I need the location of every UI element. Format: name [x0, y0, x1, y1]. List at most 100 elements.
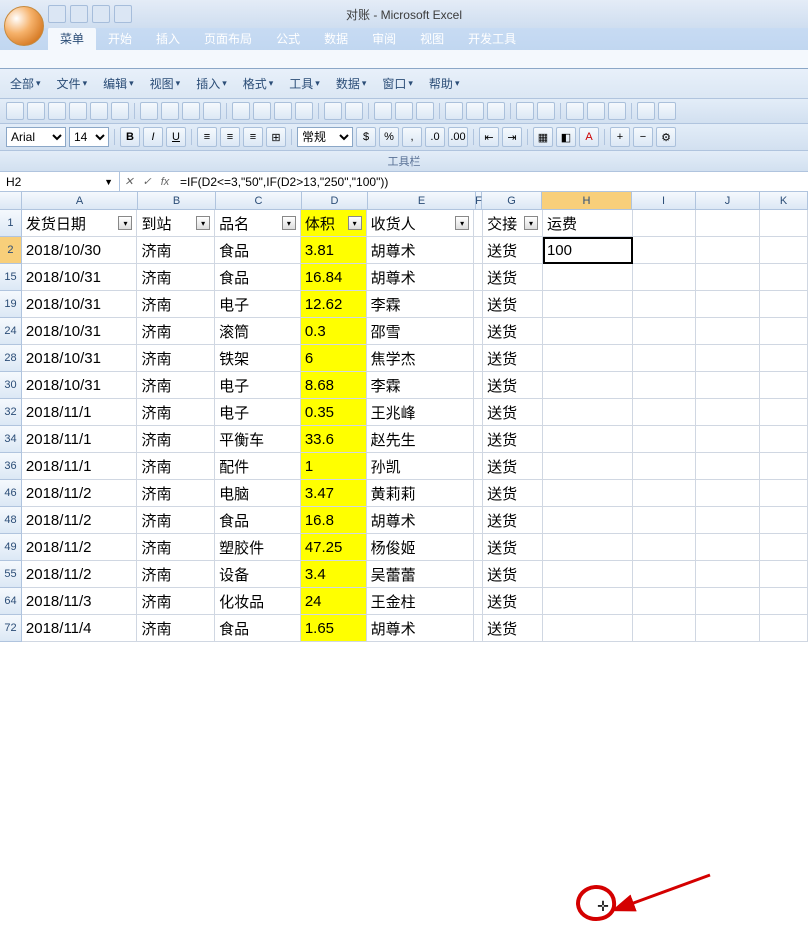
- cell[interactable]: [760, 264, 808, 291]
- cell[interactable]: 黄莉莉: [367, 480, 475, 507]
- fx-icon[interactable]: [416, 102, 434, 120]
- cell[interactable]: 赵先生: [367, 426, 475, 453]
- cell[interactable]: 送货: [483, 453, 543, 480]
- row-header[interactable]: 72: [0, 615, 22, 642]
- cell[interactable]: 47.25: [301, 534, 367, 561]
- cell[interactable]: 济南: [137, 264, 215, 291]
- italic-button[interactable]: I: [143, 127, 163, 147]
- help-icon[interactable]: [658, 102, 676, 120]
- mail-icon[interactable]: [69, 102, 87, 120]
- cell[interactable]: 胡尊术: [367, 264, 475, 291]
- cell[interactable]: 电子: [215, 399, 301, 426]
- cell[interactable]: 李霖: [367, 291, 475, 318]
- cell[interactable]: 济南: [137, 615, 215, 642]
- bold-button[interactable]: B: [120, 127, 140, 147]
- cell[interactable]: 食品: [215, 237, 301, 264]
- ribbon-tab-0[interactable]: 菜单: [48, 27, 96, 50]
- col-header-C[interactable]: C: [216, 192, 302, 209]
- cell[interactable]: 送货: [483, 480, 543, 507]
- cell[interactable]: 铁架: [215, 345, 301, 372]
- menu-item-3[interactable]: 视图▾: [146, 73, 185, 94]
- header-cell-G[interactable]: 交接▾: [483, 210, 543, 237]
- cell[interactable]: 电子: [215, 291, 301, 318]
- cell[interactable]: 100: [543, 237, 633, 264]
- cell[interactable]: [696, 453, 760, 480]
- row-header[interactable]: 15: [0, 264, 22, 291]
- ribbon-tab-1[interactable]: 开始: [96, 27, 144, 50]
- cell[interactable]: 送货: [483, 588, 543, 615]
- cell[interactable]: [543, 426, 633, 453]
- cell[interactable]: [696, 237, 760, 264]
- cell[interactable]: [474, 561, 483, 588]
- cell[interactable]: 33.6: [301, 426, 367, 453]
- cell[interactable]: 胡尊术: [367, 237, 475, 264]
- filter-icon[interactable]: [487, 102, 505, 120]
- cell[interactable]: [633, 237, 697, 264]
- cell[interactable]: 6: [301, 345, 367, 372]
- select-all-corner[interactable]: [0, 192, 22, 209]
- office-button[interactable]: [4, 6, 44, 46]
- translate-icon[interactable]: [203, 102, 221, 120]
- cut-icon[interactable]: [232, 102, 250, 120]
- chart-icon[interactable]: [516, 102, 534, 120]
- menu-item-9[interactable]: 帮助▾: [425, 73, 464, 94]
- cell[interactable]: 16.8: [301, 507, 367, 534]
- cell[interactable]: [474, 507, 483, 534]
- redo-icon[interactable]: [92, 5, 110, 23]
- row-header[interactable]: 34: [0, 426, 22, 453]
- row-header[interactable]: 28: [0, 345, 22, 372]
- menu-item-1[interactable]: 文件▾: [53, 73, 92, 94]
- insert-cells-icon[interactable]: +: [610, 127, 630, 147]
- cell[interactable]: [474, 291, 483, 318]
- format-painter-icon[interactable]: [295, 102, 313, 120]
- cell[interactable]: [633, 588, 697, 615]
- ribbon-tab-4[interactable]: 公式: [264, 27, 312, 50]
- menu-item-2[interactable]: 编辑▾: [99, 73, 138, 94]
- open-icon[interactable]: [27, 102, 45, 120]
- cell[interactable]: 塑胶件: [215, 534, 301, 561]
- cell[interactable]: 送货: [483, 534, 543, 561]
- new-icon[interactable]: [6, 102, 24, 120]
- cell[interactable]: [474, 345, 483, 372]
- align-left-icon[interactable]: ≡: [197, 127, 217, 147]
- cell[interactable]: [696, 372, 760, 399]
- cell[interactable]: 2018/11/3: [22, 588, 138, 615]
- cell[interactable]: [760, 291, 808, 318]
- cell[interactable]: 济南: [137, 561, 215, 588]
- cell[interactable]: [696, 588, 760, 615]
- currency-icon[interactable]: $: [356, 127, 376, 147]
- font-color-icon[interactable]: A: [579, 127, 599, 147]
- row-header[interactable]: 48: [0, 507, 22, 534]
- row-header[interactable]: 36: [0, 453, 22, 480]
- underline-button[interactable]: U: [166, 127, 186, 147]
- row-header[interactable]: 46: [0, 480, 22, 507]
- cell[interactable]: 0.3: [301, 318, 367, 345]
- cell[interactable]: 王兆峰: [367, 399, 475, 426]
- name-box[interactable]: H2 ▼: [0, 172, 120, 191]
- menu-item-5[interactable]: 格式▾: [239, 73, 278, 94]
- col-header-I[interactable]: I: [632, 192, 696, 209]
- menu-item-8[interactable]: 窗口▾: [378, 73, 417, 94]
- delete-cells-icon[interactable]: −: [633, 127, 653, 147]
- cell[interactable]: [760, 561, 808, 588]
- cell[interactable]: 济南: [137, 588, 215, 615]
- comment-icon[interactable]: [566, 102, 584, 120]
- header-cell-H[interactable]: 运费: [543, 210, 633, 237]
- cell[interactable]: 济南: [137, 237, 215, 264]
- col-header-G[interactable]: G: [482, 192, 542, 209]
- col-header-E[interactable]: E: [368, 192, 476, 209]
- cell[interactable]: 济南: [137, 453, 215, 480]
- cell[interactable]: 电脑: [215, 480, 301, 507]
- cell[interactable]: 16.84: [301, 264, 367, 291]
- cell[interactable]: 济南: [137, 507, 215, 534]
- cell[interactable]: [633, 399, 697, 426]
- col-header-J[interactable]: J: [696, 192, 760, 209]
- sort-desc-icon[interactable]: [466, 102, 484, 120]
- row-header[interactable]: 49: [0, 534, 22, 561]
- menu-item-7[interactable]: 数据▾: [332, 73, 371, 94]
- thesaurus-icon[interactable]: [182, 102, 200, 120]
- cell[interactable]: [760, 237, 808, 264]
- cell[interactable]: 1.65: [301, 615, 367, 642]
- row-header[interactable]: 32: [0, 399, 22, 426]
- cell[interactable]: 送货: [483, 507, 543, 534]
